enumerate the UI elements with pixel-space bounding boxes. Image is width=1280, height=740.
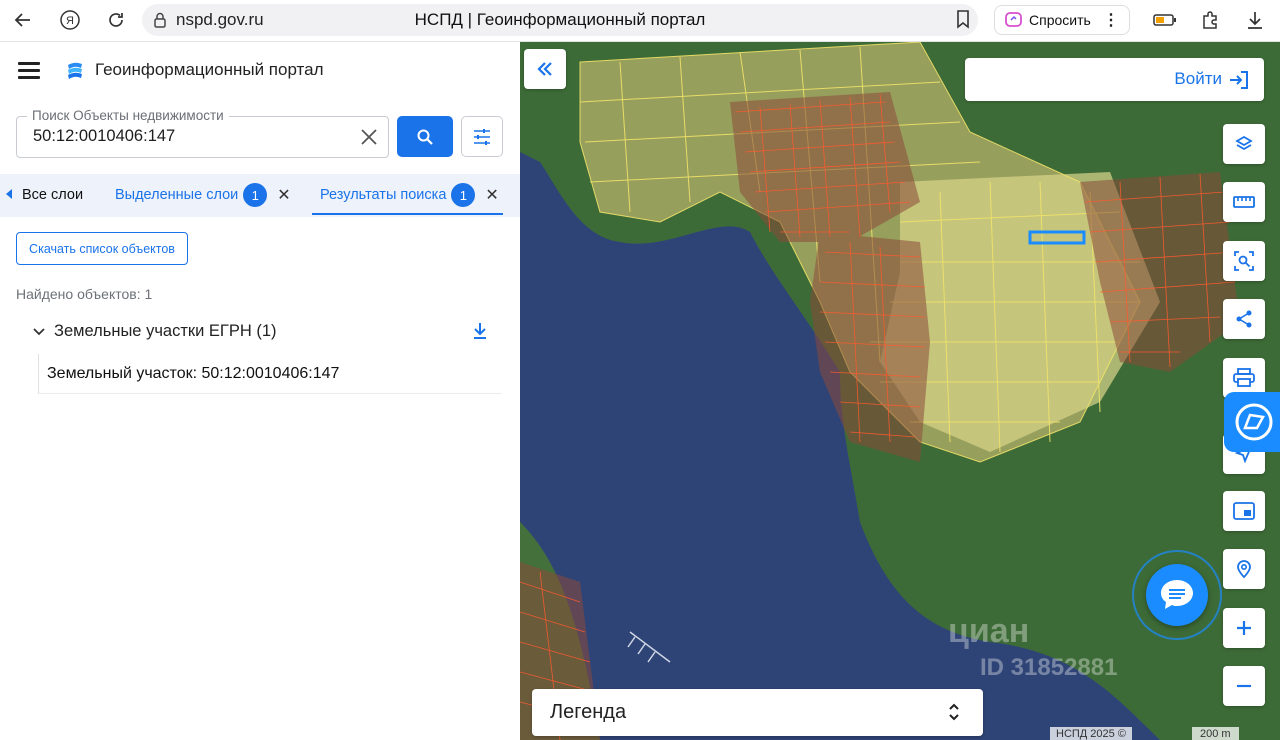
portal-logo-icon: [68, 62, 82, 79]
watermark-id: ID 31852881: [980, 654, 1118, 681]
back-button[interactable]: [8, 5, 38, 35]
close-icon[interactable]: ✕: [277, 185, 290, 205]
picture-in-picture-icon: [1233, 502, 1255, 520]
ruler-button[interactable]: [1223, 182, 1265, 222]
left-panel: Геоинформационный портал Поиск Объекты н…: [0, 42, 520, 740]
layers-icon: [1235, 135, 1253, 151]
tabs-scroll-left-icon[interactable]: [6, 189, 12, 199]
printer-icon: [1233, 368, 1255, 387]
download-list-button[interactable]: Скачать список объектов: [16, 232, 188, 265]
legend-label: Легенда: [550, 701, 627, 723]
zoom-in-button[interactable]: [1223, 608, 1265, 648]
filter-button[interactable]: [461, 116, 503, 157]
battery-icon: [1153, 14, 1176, 26]
ruler-icon: [1233, 196, 1255, 208]
collapse-panel-button[interactable]: [524, 49, 566, 89]
ask-label: Спросить: [1029, 12, 1091, 28]
download-icon[interactable]: [472, 322, 488, 340]
login-icon: [1230, 71, 1248, 89]
result-item-label: Земельный участок: 50:12:0010406:147: [47, 365, 340, 382]
chevron-up-down-icon: [949, 703, 959, 721]
sliders-icon: [474, 128, 490, 145]
tab-selected-layers[interactable]: Выделенные слои 1 ✕: [115, 174, 291, 216]
reload-icon: [109, 13, 123, 27]
battery-button[interactable]: [1150, 5, 1180, 35]
close-icon[interactable]: ✕: [485, 185, 498, 205]
login-label: Войти: [1174, 69, 1222, 88]
search-input[interactable]: Поиск Объекты недвижимости 50:12:0010406…: [16, 108, 389, 158]
layer-tabs: Все слои Выделенные слои 1 ✕ Результаты …: [0, 174, 520, 217]
menu-icon[interactable]: [18, 62, 40, 79]
arrow-left-icon: [14, 13, 30, 27]
map-view[interactable]: циан ID 31852881 Войти Легенда НСПД 2025…: [520, 42, 1280, 740]
select-area-button[interactable]: [1223, 241, 1265, 281]
geolocate-button[interactable]: [1223, 549, 1265, 589]
extensions-button[interactable]: [1196, 5, 1226, 35]
double-chevron-left-icon: [537, 62, 552, 76]
chevron-down-icon[interactable]: [32, 325, 46, 339]
layers-button[interactable]: [1223, 124, 1265, 164]
search-value: 50:12:0010406:147: [33, 127, 176, 145]
watermark: циан: [948, 612, 1030, 650]
ask-assistant-button[interactable]: Спросить ⋮: [994, 5, 1130, 35]
minus-icon: [1237, 684, 1251, 688]
browser-toolbar: Я nspd.gov.ru НСПД | Геоинформационный п…: [0, 0, 1280, 42]
map-scale: 200 m: [1192, 727, 1239, 740]
svg-text:Я: Я: [66, 15, 74, 27]
tab-selected-label: Выделенные слои: [115, 187, 239, 203]
active-tab-indicator: [312, 213, 503, 215]
chat-bubble-icon: [1235, 403, 1273, 441]
more-menu-icon[interactable]: ⋮: [1103, 10, 1119, 30]
result-group-header[interactable]: Земельные участки ЕГРН (1): [32, 322, 502, 346]
geo-search-icon: [1237, 560, 1251, 579]
chat-icon: [1161, 580, 1193, 609]
selected-count-badge: 1: [243, 183, 268, 207]
tab-all-layers[interactable]: Все слои: [22, 174, 83, 216]
tab-search-results[interactable]: Результаты поиска 1 ✕: [320, 174, 499, 216]
legend-button[interactable]: Легенда: [532, 689, 983, 736]
side-assistant-button[interactable]: [1224, 392, 1280, 452]
share-icon: [1236, 310, 1252, 328]
search-icon: [417, 129, 433, 145]
tab-title: НСПД | Геоинформационный портал: [414, 10, 706, 29]
area-search-icon: [1234, 251, 1254, 271]
found-count: Найдено объектов: 1: [16, 286, 153, 302]
zoom-out-button[interactable]: [1223, 666, 1265, 706]
portal-title: Геоинформационный портал: [95, 60, 324, 79]
address-bar[interactable]: nspd.gov.ru НСПД | Геоинформационный пор…: [142, 4, 978, 36]
downloads-button[interactable]: [1240, 5, 1270, 35]
close-icon[interactable]: [358, 126, 380, 148]
share-button[interactable]: [1223, 299, 1265, 339]
chat-button[interactable]: [1146, 564, 1208, 626]
list-item[interactable]: Земельный участок: 50:12:0010406:147: [38, 354, 502, 394]
yandex-icon: Я: [60, 10, 80, 30]
bookmark-icon[interactable]: [954, 9, 972, 29]
plus-icon: [1237, 621, 1251, 635]
yandex-button[interactable]: Я: [55, 5, 85, 35]
reload-button[interactable]: [101, 5, 131, 35]
download-arrow-icon: [1248, 12, 1262, 29]
result-group-title: Земельные участки ЕГРН (1): [54, 322, 277, 340]
tab-results-label: Результаты поиска: [320, 187, 447, 203]
search-label: Поиск Объекты недвижимости: [27, 108, 229, 123]
results-count-badge: 1: [451, 183, 476, 207]
map-attribution: НСПД 2025 ©: [1050, 727, 1132, 740]
login-button[interactable]: Войти: [965, 58, 1264, 101]
puzzle-icon: [1203, 11, 1217, 29]
search-button[interactable]: [397, 116, 453, 157]
minimap-button[interactable]: [1223, 491, 1265, 531]
assistant-icon: [1005, 12, 1022, 27]
